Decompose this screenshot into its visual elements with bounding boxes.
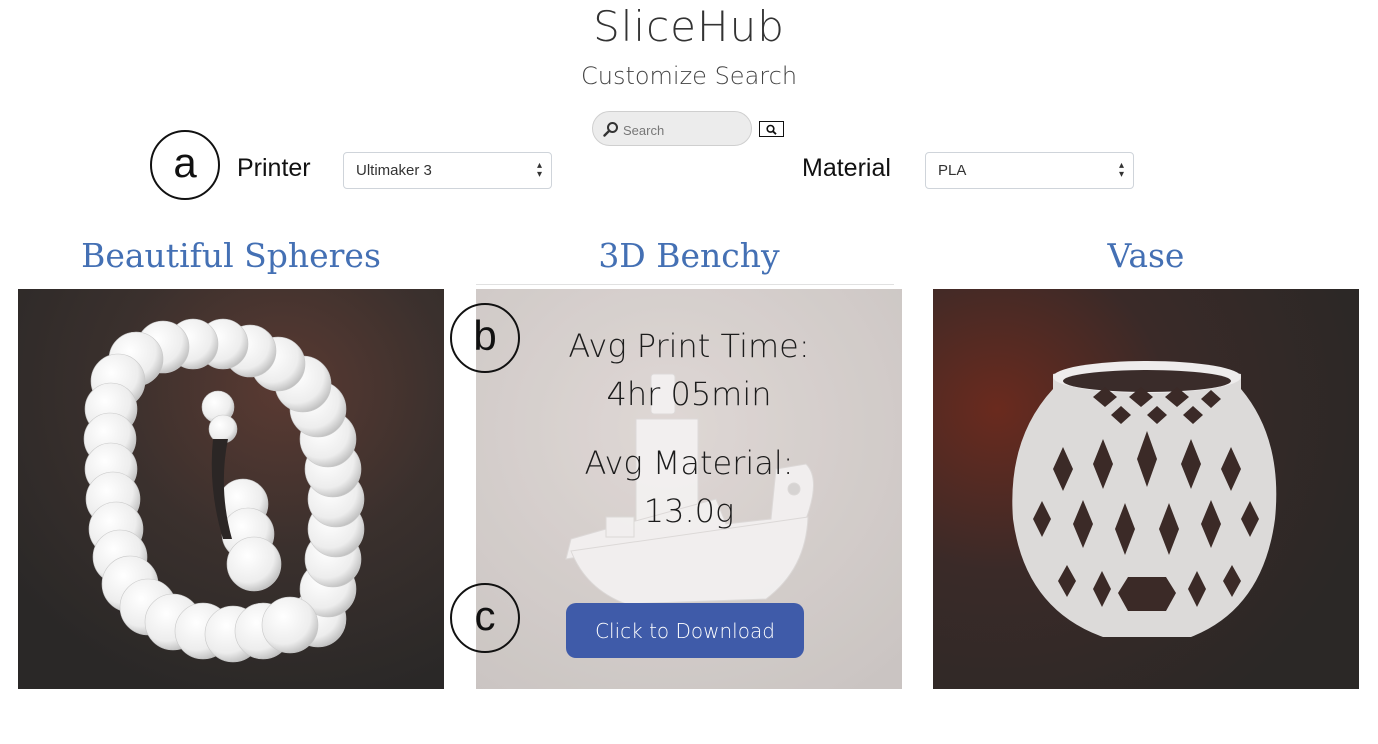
app-title: SliceHub [593,2,785,51]
search-box[interactable] [592,111,752,146]
printer-select-value: Ultimaker 3 [356,162,432,179]
printer-label: Printer [237,154,311,182]
model-preview-vase[interactable] [933,289,1359,689]
select-arrows-icon: ▴ ▾ [536,160,542,180]
select-arrows-icon: ▴ ▾ [1118,160,1124,180]
avg-print-time-value: 4hr 05min [606,375,772,413]
model-title[interactable]: Vase [933,236,1359,275]
page-subtitle: Customize Search [580,62,798,90]
search-icon [603,122,618,137]
material-label: Material [802,154,891,182]
annotation-marker-c: c [450,583,520,653]
model-title[interactable]: Beautiful Spheres [18,236,444,275]
material-select-value: PLA [938,162,967,179]
divider [476,284,894,285]
material-select[interactable]: PLA ▴ ▾ [925,152,1134,189]
annotation-marker-b: b [450,303,520,373]
annotation-marker-a: a [150,130,220,200]
avg-material-value: 13.0g [643,492,735,530]
model-preview-spheres[interactable] [18,289,444,689]
vase-render [933,289,1359,689]
search-button[interactable] [759,121,784,137]
model-title[interactable]: 3D Benchy [476,236,902,275]
avg-print-time-label: Avg Print Time: [568,327,810,365]
avg-material-label: Avg Material: [584,444,794,482]
search-input[interactable] [621,118,745,142]
printer-select[interactable]: Ultimaker 3 ▴ ▾ [343,152,552,189]
spheres-render [18,289,444,689]
magnifier-icon [766,124,777,135]
download-button[interactable]: Click to Download [566,603,804,658]
